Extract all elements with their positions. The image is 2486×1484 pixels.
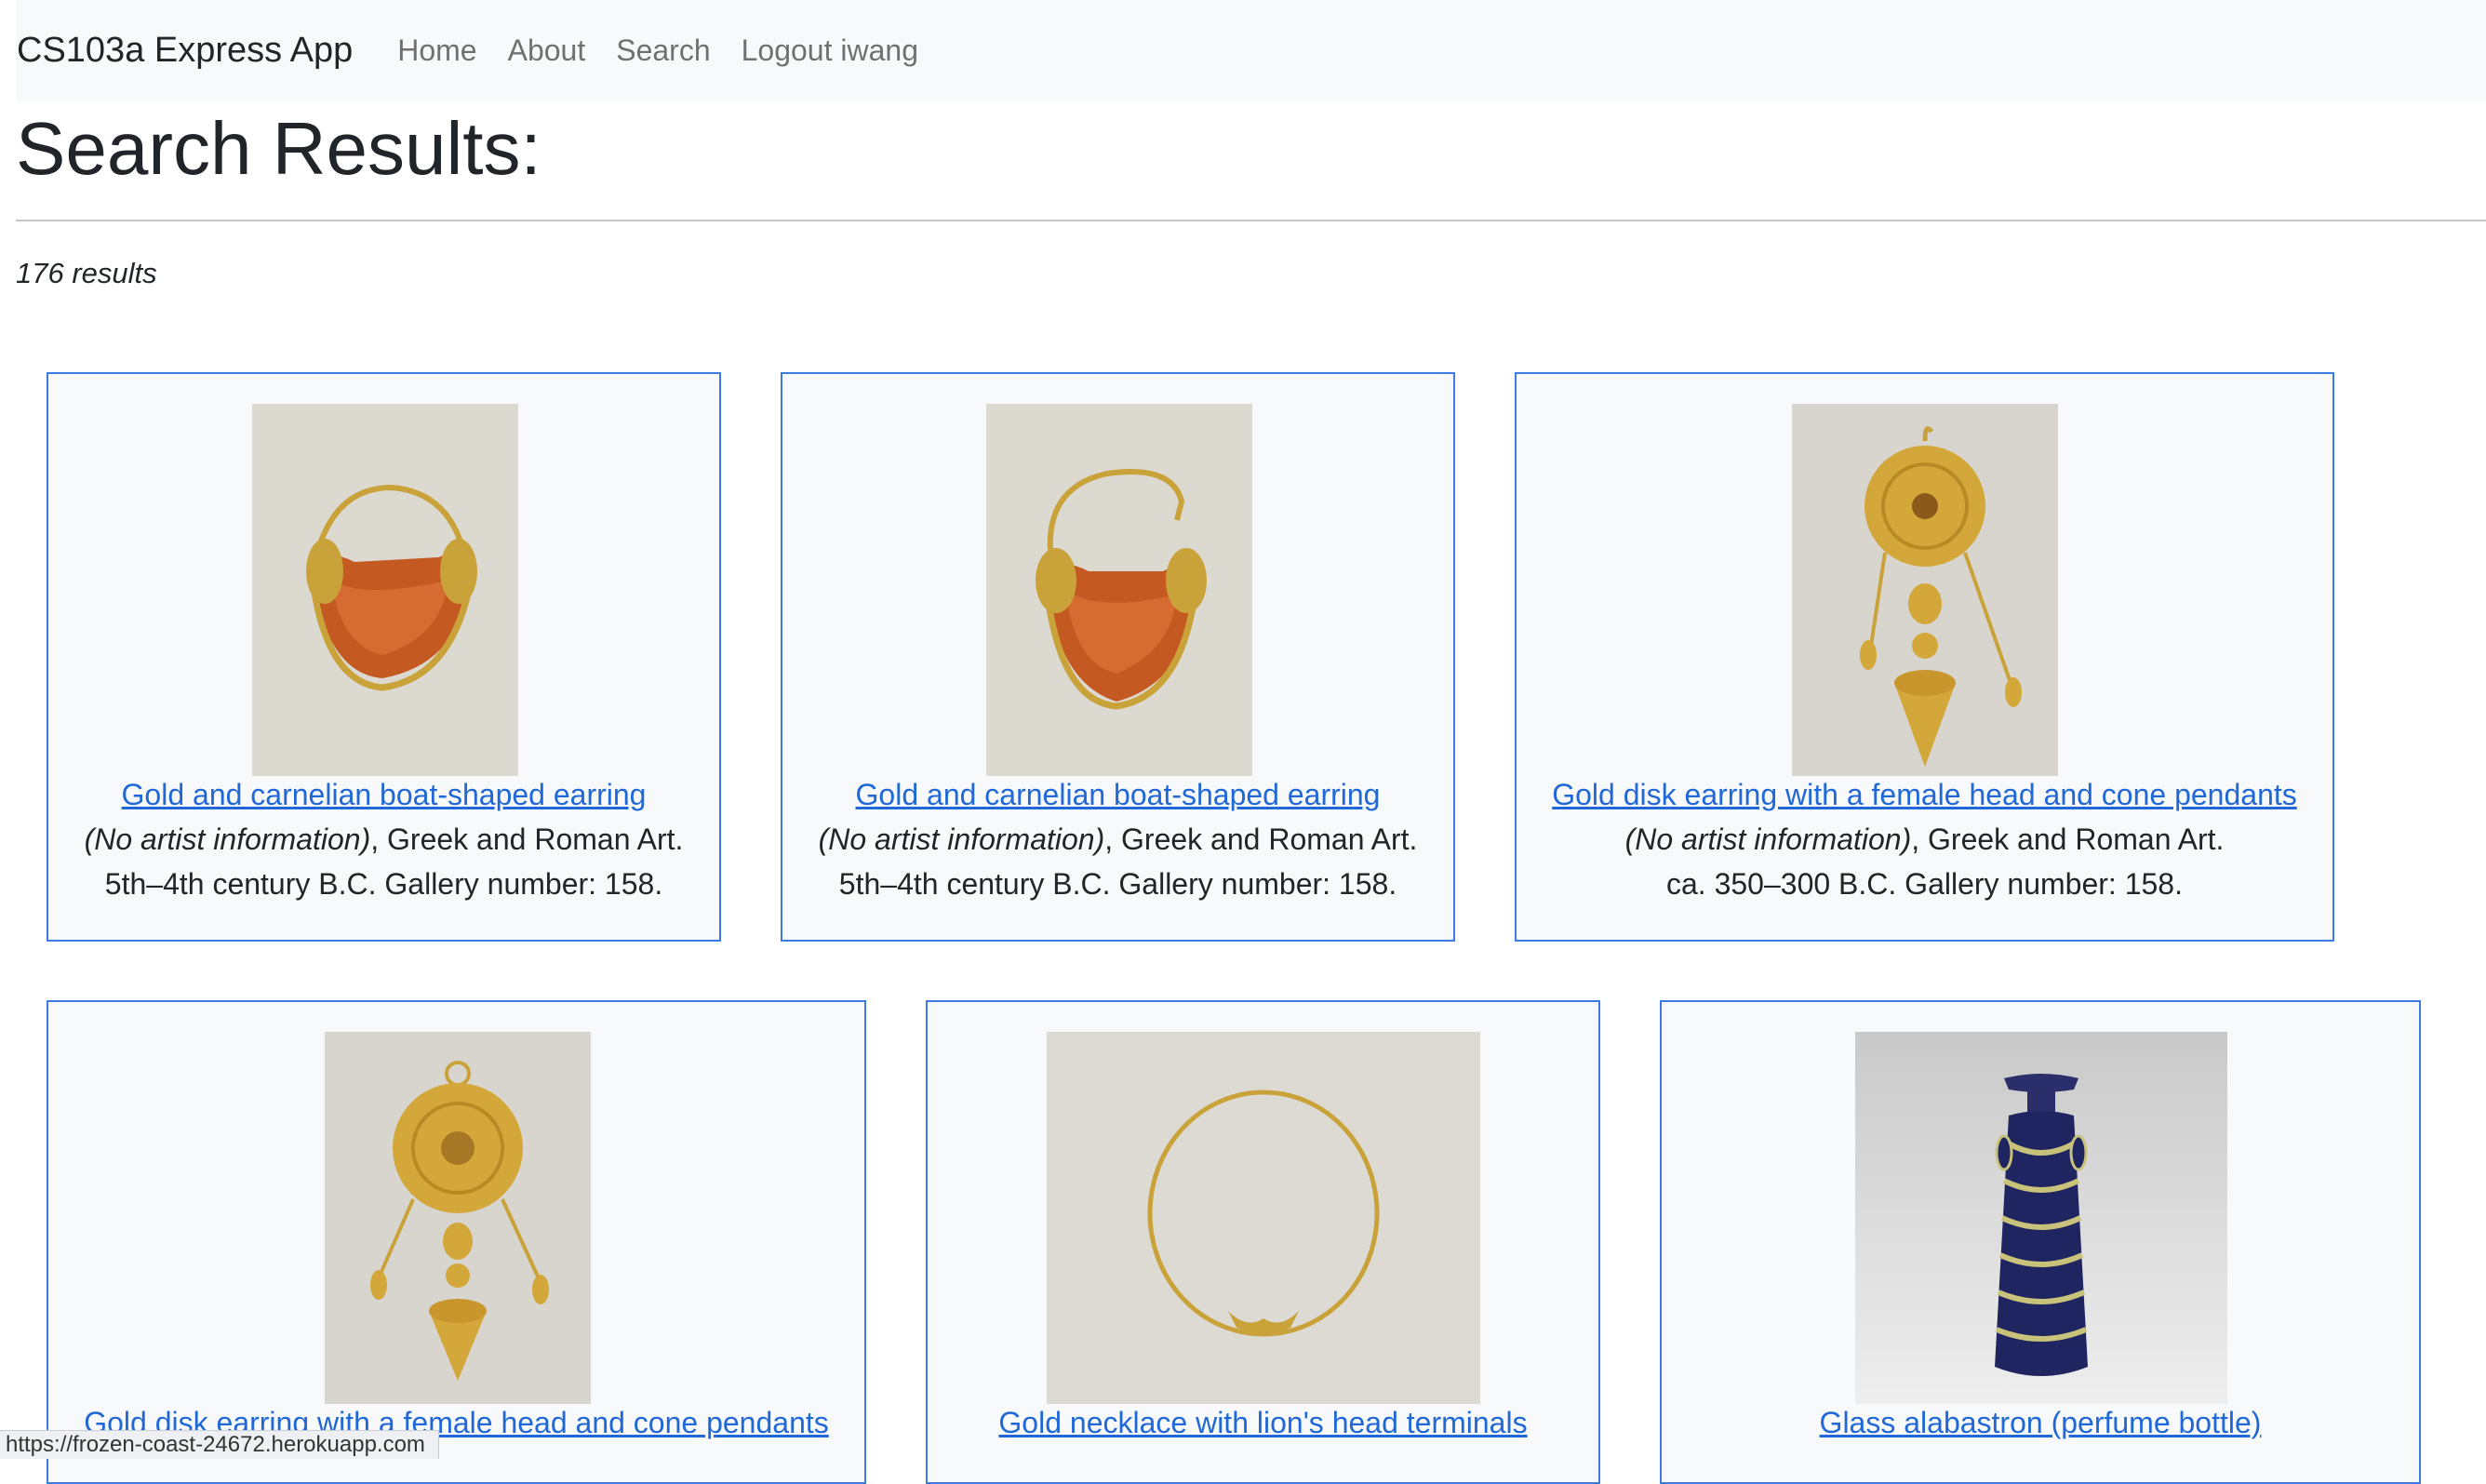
department: , Greek and Roman Art. (1104, 822, 1418, 856)
status-bar-url: https://frozen-coast-24672.herokuapp.com (0, 1430, 439, 1459)
navbar-brand[interactable]: CS103a Express App (17, 31, 353, 71)
result-title-link[interactable]: Glass alabastron (perfume bottle) (1662, 1406, 2419, 1440)
artist-name: (No artist information) (1624, 822, 1912, 856)
result-date-gallery: 5th–4th century B.C. Gallery number: 158… (838, 867, 1397, 901)
department: , Greek and Roman Art. (370, 822, 684, 856)
carnelian-earring-icon[interactable] (252, 404, 518, 776)
result-card: Gold and carnelian boat-shaped earring (… (781, 372, 1455, 942)
artist-name: (No artist information) (84, 822, 371, 856)
nav-link-search[interactable]: Search (616, 33, 710, 68)
nav-link-logout[interactable]: Logout iwang (742, 33, 918, 68)
result-title-link[interactable]: Gold disk earring with a female head and… (1517, 778, 2332, 812)
result-count: 176 results (16, 257, 157, 289)
result-title-link[interactable]: Gold and carnelian boat-shaped earring (48, 778, 719, 812)
artist-name: (No artist information) (818, 822, 1105, 856)
result-date-gallery: ca. 350–300 B.C. Gallery number: 158. (1666, 867, 2183, 901)
necklace-icon[interactable] (1047, 1032, 1480, 1404)
result-card: Glass alabastron (perfume bottle) (1660, 1000, 2421, 1484)
glass-bottle-icon[interactable] (1855, 1032, 2227, 1404)
result-card: Gold disk earring with a female head and… (1515, 372, 2334, 942)
nav-link-home[interactable]: Home (397, 33, 476, 68)
result-artist-line: (No artist information), Greek and Roman… (1517, 822, 2332, 857)
department: , Greek and Roman Art. (1911, 822, 2225, 856)
disk-earring-icon[interactable] (325, 1032, 591, 1404)
divider (16, 220, 2486, 221)
page-title: Search Results: (16, 107, 541, 190)
result-card: Gold necklace with lion's head terminals (926, 1000, 1600, 1484)
result-title-link[interactable]: Gold necklace with lion's head terminals (928, 1406, 1598, 1440)
result-date-gallery: 5th–4th century B.C. Gallery number: 158… (104, 867, 663, 901)
result-card: Gold disk earring with a female head and… (47, 1000, 866, 1484)
result-card: Gold and carnelian boat-shaped earring (… (47, 372, 721, 942)
result-title-link[interactable]: Gold and carnelian boat-shaped earring (782, 778, 1453, 812)
navbar: CS103a Express App Home About Search Log… (16, 0, 2486, 101)
result-artist-line: (No artist information), Greek and Roman… (782, 822, 1453, 857)
disk-earring-icon[interactable] (1792, 404, 2058, 776)
carnelian-earring-icon[interactable] (986, 404, 1252, 776)
nav-link-about[interactable]: About (508, 33, 586, 68)
result-artist-line: (No artist information), Greek and Roman… (48, 822, 719, 857)
